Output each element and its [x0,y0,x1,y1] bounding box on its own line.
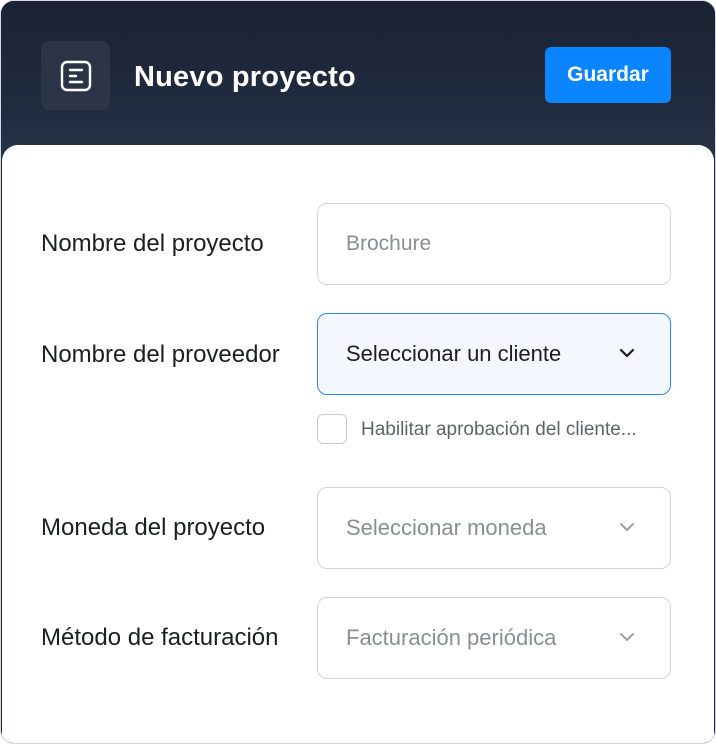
project-name-label: Nombre del proyecto [41,230,264,257]
chevron-down-icon [619,348,635,358]
dialog-header: Nuevo proyecto Guardar [1,1,715,161]
billing-method-select-value: Facturación periódica [346,625,557,650]
billing-method-label: Método de facturación [41,624,279,651]
new-project-dialog: Nuevo proyecto Guardar Nombre del proyec… [0,0,716,744]
page-title: Nuevo proyecto [134,61,356,93]
client-approval-label: Habilitar aprobación del cliente... [361,419,637,440]
chevron-down-icon [620,523,634,531]
document-list-icon [41,41,110,110]
project-name-input[interactable] [318,204,670,284]
save-button[interactable]: Guardar [545,47,671,103]
currency-select-value: Seleccionar moneda [346,515,547,540]
provider-name-label: Nombre del proveedor [41,341,280,368]
provider-select[interactable]: Seleccionar un cliente [317,313,671,395]
chevron-down-icon [620,633,634,641]
client-approval-checkbox[interactable] [317,414,347,444]
currency-select[interactable]: Seleccionar moneda [317,487,671,569]
billing-method-select[interactable]: Facturación periódica [317,597,671,679]
currency-label: Moneda del proyecto [41,514,266,541]
provider-select-value: Seleccionar un cliente [346,341,562,366]
project-name-field[interactable] [317,203,671,285]
